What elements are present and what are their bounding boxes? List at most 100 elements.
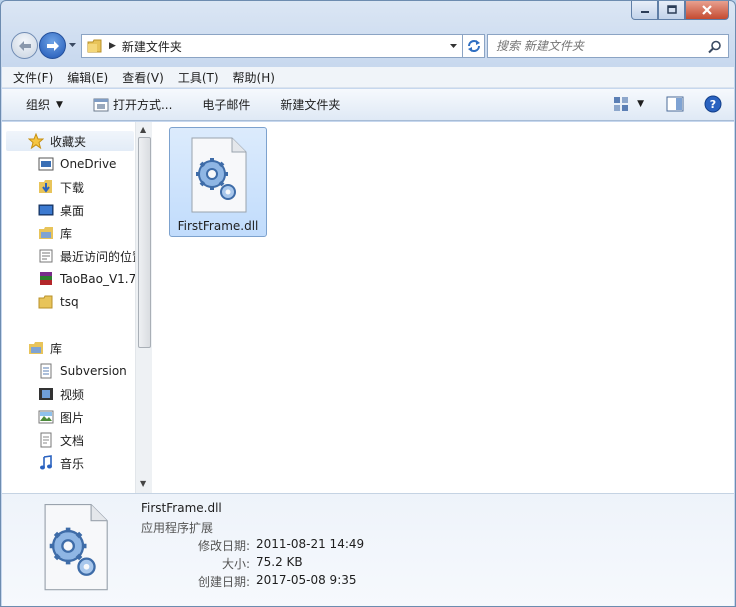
folder-icon [87, 39, 102, 53]
sidebar-item-downloads[interactable]: 下载 [38, 177, 84, 197]
menu-tools[interactable]: 工具(T) [178, 69, 219, 86]
sidebar-item-music[interactable]: 音乐 [38, 453, 84, 473]
onedrive-icon [38, 157, 54, 171]
dll-gear-icon [191, 137, 247, 213]
details-file-name: FirstFrame.dll [141, 501, 222, 515]
modified-label: 修改日期: [197, 539, 250, 553]
video-icon [39, 388, 53, 400]
search-box[interactable] [487, 34, 729, 58]
sidebar-item-label: 视频 [60, 387, 85, 402]
open-with-label: 打开方式... [112, 98, 173, 112]
change-view-icon[interactable] [613, 96, 629, 112]
breadcrumb-separator-icon[interactable]: ▶ [109, 41, 116, 51]
sidebar-item-label: 库 [60, 226, 73, 241]
new-folder-button[interactable]: 新建文件夹 [280, 96, 340, 113]
sidebar-item-label: Subversion [60, 364, 127, 378]
minimize-icon [640, 11, 649, 13]
sidebar-item-label: 音乐 [60, 456, 85, 471]
breadcrumb-current[interactable]: 新建文件夹 [122, 38, 182, 55]
view-options-chevron-icon[interactable]: ▼ [637, 99, 644, 109]
preview-pane-icon[interactable] [666, 96, 684, 112]
sidebar-item-tsq[interactable]: tsq [38, 292, 79, 312]
forward-button[interactable] [39, 32, 66, 59]
subversion-icon [40, 363, 52, 379]
sidebar-item-label: TaoBao_V1.7 [60, 272, 137, 286]
sidebar-item-libraries[interactable]: 库 [28, 338, 62, 358]
sidebar-item-recent-places[interactable]: 最近访问的位置 [38, 246, 144, 266]
close-icon [702, 5, 712, 15]
svg-text:?: ? [710, 98, 716, 111]
winrar-icon [40, 272, 52, 285]
sidebar-item-label: 下载 [60, 180, 85, 195]
sidebar-item-subversion[interactable]: Subversion [38, 361, 127, 381]
star-icon [28, 133, 44, 149]
details-file-type: 应用程序扩展 [141, 521, 214, 535]
navigation-scrollbar[interactable]: ▲ ▼ [135, 122, 152, 493]
libraries-label: 库 [50, 341, 63, 356]
sidebar-item-label: 图片 [60, 410, 85, 425]
desktop-icon [38, 204, 54, 216]
sidebar-item-onedrive[interactable]: OneDrive [38, 154, 116, 174]
address-bar[interactable]: ▶ 新建文件夹 [81, 34, 463, 58]
recent-places-icon [39, 249, 53, 263]
favorites-label: 收藏夹 [50, 134, 87, 149]
menu-edit[interactable]: 编辑(E) [67, 69, 108, 86]
organize-button[interactable]: 组织 ▼ [26, 96, 63, 113]
sidebar-item-label: 文档 [60, 433, 85, 448]
email-button[interactable]: 电子邮件 [202, 96, 250, 113]
open-with-button[interactable]: 打开方式... [93, 96, 172, 113]
sidebar-item-library[interactable]: 库 [38, 223, 72, 243]
organize-label: 组织 [26, 98, 51, 112]
address-row: ▶ 新建文件夹 [10, 32, 729, 60]
library-icon [39, 227, 53, 239]
file-name: FirstFrame.dll [177, 219, 259, 233]
size-label: 大小: [221, 557, 250, 571]
modified-value: 2011-08-21 14:49 [256, 537, 365, 551]
maximize-button[interactable] [658, 1, 685, 20]
menu-help[interactable]: 帮助(H) [233, 69, 275, 86]
sidebar-item-taobao[interactable]: TaoBao_V1.7 [38, 269, 136, 289]
menu-view[interactable]: 查看(V) [122, 69, 164, 86]
sidebar-item-label: tsq [60, 295, 79, 309]
sidebar-item-documents[interactable]: 文档 [38, 430, 84, 450]
sidebar-item-pictures[interactable]: 图片 [38, 407, 84, 427]
open-with-icon [93, 98, 109, 111]
close-button[interactable] [685, 1, 729, 20]
minimize-button[interactable] [631, 1, 658, 20]
sidebar-item-favorites[interactable]: 收藏夹 [6, 131, 134, 151]
sidebar-item-label: OneDrive [60, 157, 117, 171]
sidebar-item-label: 桌面 [60, 203, 85, 218]
scrollbar-thumb[interactable] [138, 137, 151, 348]
help-icon[interactable]: ? [704, 95, 722, 113]
address-dropdown-icon[interactable] [449, 42, 458, 50]
menu-file[interactable]: 文件(F) [13, 69, 53, 86]
file-item[interactable]: FirstFrame.dll [169, 127, 267, 237]
forward-arrow-icon [46, 40, 59, 51]
scroll-up-icon[interactable]: ▲ [140, 125, 146, 134]
refresh-button[interactable] [463, 34, 485, 58]
sidebar-item-desktop[interactable]: 桌面 [38, 200, 84, 220]
email-label: 电子邮件 [202, 98, 251, 112]
size-value: 75.2 KB [256, 555, 303, 569]
documents-icon [40, 432, 52, 448]
dll-gear-icon [44, 504, 108, 591]
back-arrow-icon [18, 40, 31, 51]
menu-bar: 文件(F) 编辑(E) 查看(V) 工具(T) 帮助(H) [2, 67, 734, 88]
explorer-window: ▶ 新建文件夹 文件(F) 编辑(E) 查看(V) 工具(T) 帮助(H) 组织… [0, 0, 736, 607]
sidebar-item-videos[interactable]: 视频 [38, 384, 84, 404]
downloads-icon [39, 180, 52, 193]
music-icon [40, 455, 52, 470]
scroll-down-icon[interactable]: ▼ [140, 479, 146, 488]
search-icon[interactable] [708, 40, 722, 54]
details-modified: 修改日期: 2011-08-21 14:49 [198, 537, 365, 553]
details-pane: FirstFrame.dll 应用程序扩展 修改日期: 2011-08-21 1… [2, 493, 734, 606]
details-size: 大小: 75.2 KB [222, 555, 303, 571]
search-input[interactable] [496, 39, 706, 53]
created-value: 2017-05-08 9:35 [256, 573, 357, 587]
recent-pages-chevron-icon[interactable] [68, 41, 77, 49]
back-button[interactable] [11, 32, 38, 59]
new-folder-label: 新建文件夹 [280, 98, 341, 112]
created-label: 创建日期: [197, 575, 250, 589]
navigation-pane: 收藏夹 OneDrive 下载 桌面 库 最近访问的位置 TaoBao_V1.7… [2, 122, 152, 493]
pictures-icon [38, 410, 54, 424]
